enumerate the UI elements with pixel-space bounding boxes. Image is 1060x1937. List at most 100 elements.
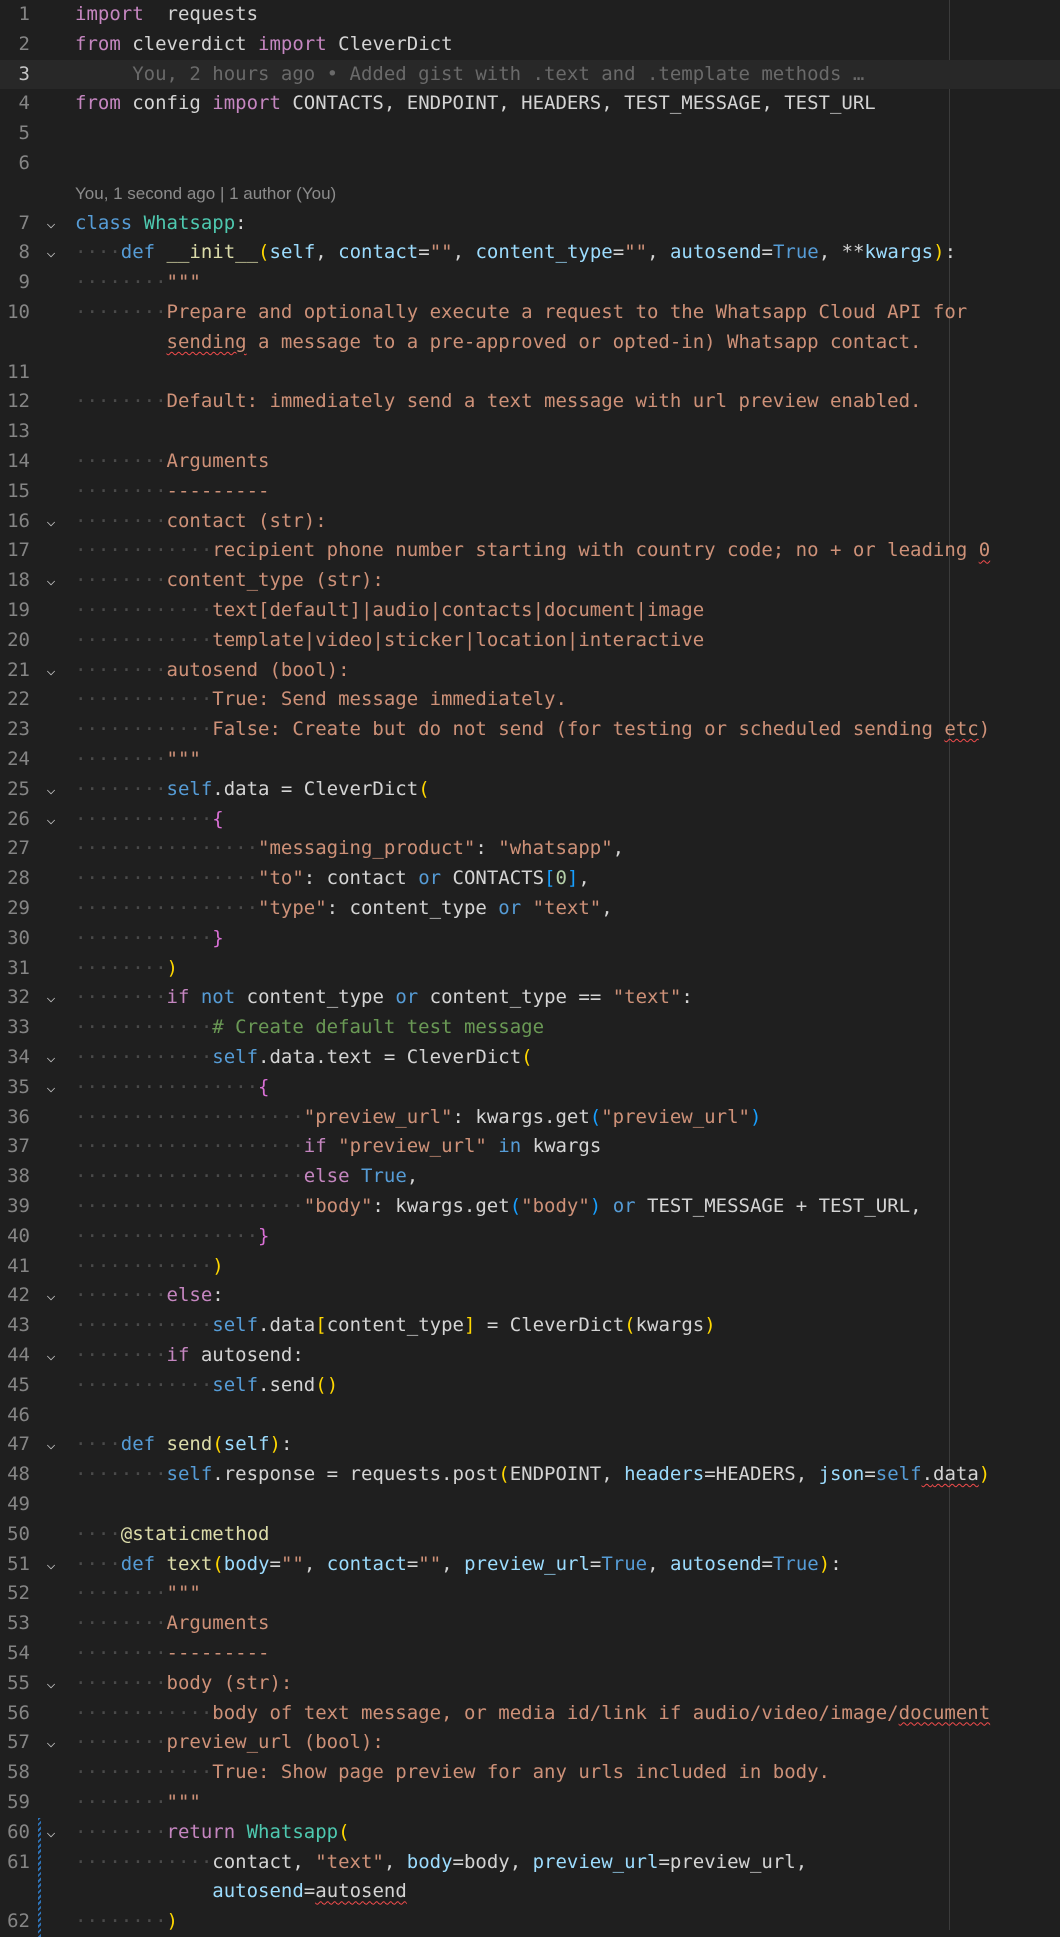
line-number[interactable]: 14: [0, 447, 30, 476]
code-line[interactable]: ················"type": content_type or …: [75, 894, 613, 923]
code-line[interactable]: ················"messaging_product": "wh…: [75, 834, 624, 863]
line-number[interactable]: 10: [0, 298, 30, 327]
line-number[interactable]: 56: [0, 1699, 30, 1728]
line-number[interactable]: 19: [0, 596, 30, 625]
line-number[interactable]: 15: [0, 477, 30, 506]
fold-chevron-icon[interactable]: ⌵: [44, 209, 58, 238]
fold-chevron-icon[interactable]: ⌵: [44, 566, 58, 595]
line-number[interactable]: 20: [0, 626, 30, 655]
line-number[interactable]: 48: [0, 1460, 30, 1489]
line-number[interactable]: 45: [0, 1371, 30, 1400]
line-number[interactable]: 39: [0, 1192, 30, 1221]
line-number[interactable]: 57: [0, 1728, 30, 1757]
line-number[interactable]: 8: [0, 238, 30, 267]
code-line[interactable]: ············recipient phone number start…: [75, 536, 990, 565]
line-number[interactable]: 25: [0, 775, 30, 804]
code-line[interactable]: You, 2 hours ago • Added gist with .text…: [75, 60, 864, 89]
code-line[interactable]: ········content_type (str):: [75, 566, 384, 595]
line-number[interactable]: 50: [0, 1520, 30, 1549]
line-number[interactable]: 30: [0, 924, 30, 953]
code-line[interactable]: ····················"preview_url": kwarg…: [75, 1103, 761, 1132]
line-number[interactable]: 43: [0, 1311, 30, 1340]
code-line[interactable]: ········if autosend:: [75, 1341, 304, 1370]
line-number[interactable]: 9: [0, 268, 30, 297]
code-line[interactable]: ············template|video|sticker|locat…: [75, 626, 704, 655]
line-number[interactable]: 41: [0, 1252, 30, 1281]
line-number[interactable]: 44: [0, 1341, 30, 1370]
line-number[interactable]: 11: [0, 358, 30, 387]
fold-chevron-icon[interactable]: ⌵: [44, 1281, 58, 1310]
line-number[interactable]: 18: [0, 566, 30, 595]
code-line[interactable]: ····················if "preview_url" in …: [75, 1132, 601, 1161]
line-number[interactable]: 60: [0, 1818, 30, 1847]
code-line[interactable]: ········Arguments: [75, 1609, 269, 1638]
code-line[interactable]: ····@staticmethod: [75, 1520, 269, 1549]
code-line[interactable]: ········self.data = CleverDict(: [75, 775, 430, 804]
code-line[interactable]: ············True: Show page preview for …: [75, 1758, 830, 1787]
line-number[interactable]: 49: [0, 1490, 30, 1519]
code-line[interactable]: from config import CONTACTS, ENDPOINT, H…: [75, 89, 876, 118]
code-line[interactable]: ········""": [75, 745, 201, 774]
code-line[interactable]: ············self.data.text = CleverDict(: [75, 1043, 533, 1072]
codelens-blame[interactable]: You, 1 second ago | 1 author (You): [75, 179, 336, 208]
fold-chevron-icon[interactable]: ⌵: [44, 1550, 58, 1579]
code-line[interactable]: ············True: Send message immediate…: [75, 685, 567, 714]
line-number[interactable]: 31: [0, 954, 30, 983]
code-line[interactable]: sending a message to a pre-approved or o…: [75, 328, 922, 357]
code-line[interactable]: ········""": [75, 1788, 201, 1817]
line-number[interactable]: 62: [0, 1907, 30, 1936]
code-line[interactable]: import requests: [75, 0, 258, 29]
code-line[interactable]: ········Prepare and optionally execute a…: [75, 298, 967, 327]
line-number[interactable]: 26: [0, 805, 30, 834]
line-number[interactable]: 7: [0, 209, 30, 238]
line-number[interactable]: 35: [0, 1073, 30, 1102]
line-number[interactable]: 24: [0, 745, 30, 774]
line-number[interactable]: 22: [0, 685, 30, 714]
code-line[interactable]: ············): [75, 1252, 224, 1281]
code-line[interactable]: ············contact, "text", body=body, …: [75, 1848, 807, 1877]
line-number[interactable]: 23: [0, 715, 30, 744]
code-line[interactable]: ····def send(self):: [75, 1430, 292, 1459]
code-line[interactable]: ················"to": contact or CONTACT…: [75, 864, 590, 893]
fold-chevron-icon[interactable]: ⌵: [44, 983, 58, 1012]
line-number[interactable]: 1: [0, 0, 30, 29]
code-line[interactable]: ········body (str):: [75, 1669, 292, 1698]
fold-chevron-icon[interactable]: ⌵: [44, 238, 58, 267]
line-number[interactable]: 28: [0, 864, 30, 893]
code-line[interactable]: ············self.send(): [75, 1371, 338, 1400]
line-number[interactable]: 61: [0, 1848, 30, 1877]
code-line[interactable]: ········self.response = requests.post(EN…: [75, 1460, 990, 1489]
fold-chevron-icon[interactable]: ⌵: [44, 1728, 58, 1757]
line-number[interactable]: 54: [0, 1639, 30, 1668]
code-line[interactable]: ········Arguments: [75, 447, 269, 476]
line-number[interactable]: 6: [0, 149, 30, 178]
fold-chevron-icon[interactable]: ⌵: [44, 1043, 58, 1072]
line-number[interactable]: 34: [0, 1043, 30, 1072]
line-number[interactable]: 59: [0, 1788, 30, 1817]
code-line[interactable]: ········contact (str):: [75, 507, 327, 536]
code-line[interactable]: ············{: [75, 805, 224, 834]
code-line[interactable]: ········if not content_type or content_t…: [75, 983, 693, 1012]
fold-chevron-icon[interactable]: ⌵: [44, 1073, 58, 1102]
code-line[interactable]: ········return Whatsapp(: [75, 1818, 350, 1847]
code-line[interactable]: ············# Create default test messag…: [75, 1013, 544, 1042]
code-line[interactable]: ········---------: [75, 477, 269, 506]
code-line[interactable]: ········""": [75, 1579, 201, 1608]
code-line[interactable]: ············text[default]|audio|contacts…: [75, 596, 704, 625]
code-line[interactable]: ············self.data[content_type] = Cl…: [75, 1311, 716, 1340]
git-modified-gutter-marker[interactable]: [38, 1817, 41, 1937]
code-line[interactable]: ····def __init__(self, contact="", conte…: [75, 238, 956, 267]
line-number[interactable]: 21: [0, 656, 30, 685]
line-number[interactable]: 33: [0, 1013, 30, 1042]
code-line[interactable]: ········else:: [75, 1281, 224, 1310]
code-line[interactable]: ········Default: immediately send a text…: [75, 387, 922, 416]
fold-chevron-icon[interactable]: ⌵: [44, 1430, 58, 1459]
line-number[interactable]: 13: [0, 417, 30, 446]
line-number[interactable]: 51: [0, 1550, 30, 1579]
line-number[interactable]: 46: [0, 1401, 30, 1430]
line-number[interactable]: 17: [0, 536, 30, 565]
line-number[interactable]: 3: [0, 60, 30, 89]
line-number[interactable]: 53: [0, 1609, 30, 1638]
line-number[interactable]: 4: [0, 89, 30, 118]
code-line[interactable]: ····················else True,: [75, 1162, 418, 1191]
